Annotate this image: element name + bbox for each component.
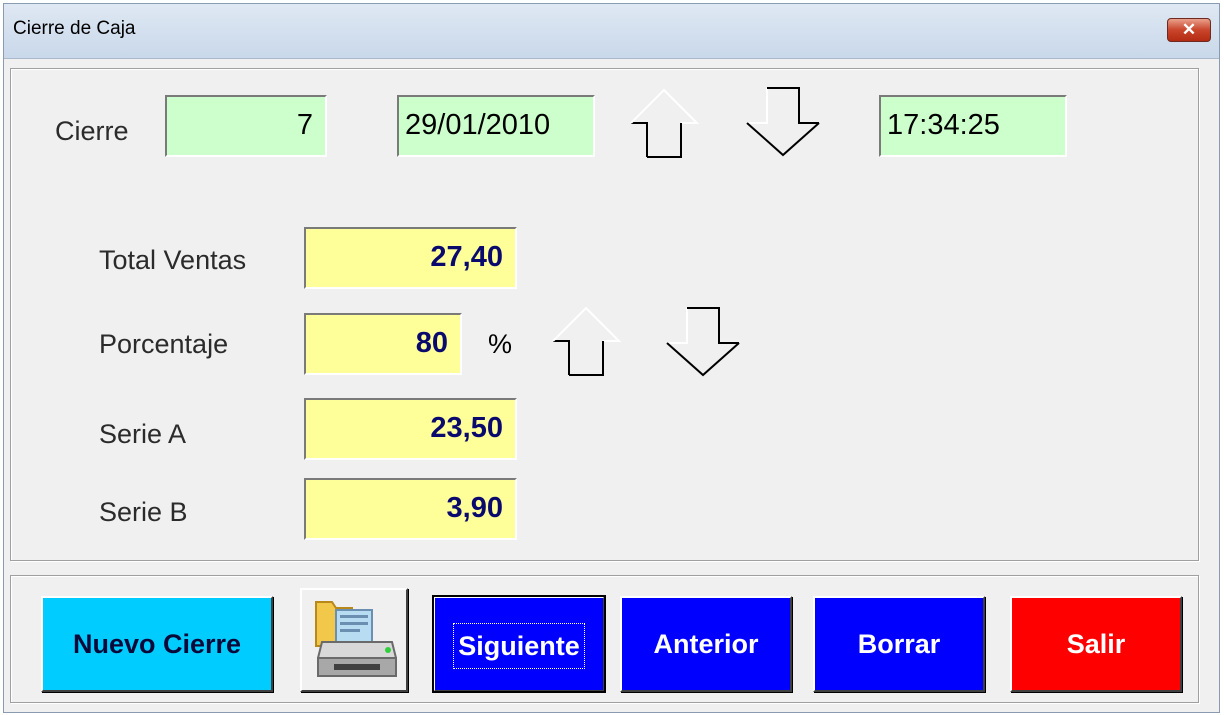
arrow-up-icon[interactable]	[629, 87, 699, 159]
main-panel: Cierre 7 29/01/2010 17:34:25 Total Venta…	[10, 68, 1199, 561]
nuevo-cierre-button[interactable]: Nuevo Cierre	[41, 596, 273, 692]
siguiente-button[interactable]: Siguiente	[432, 595, 606, 693]
siguiente-label: Siguiente	[453, 622, 585, 669]
time-field[interactable]: 17:34:25	[879, 95, 1067, 157]
printer-icon	[315, 601, 397, 677]
cierre-de-caja-window: Cierre de Caja ✕ Cierre 7 29/01/2010 17:…	[3, 3, 1220, 713]
total-ventas-label: Total Ventas	[99, 245, 247, 275]
window-title: Cierre de Caja	[13, 18, 136, 39]
nuevo-cierre-label: Nuevo Cierre	[72, 629, 242, 659]
porcentaje-field[interactable]: 80	[304, 313, 462, 375]
serie-b-field[interactable]: 3,90	[304, 478, 517, 540]
serie-a-label: Serie A	[99, 419, 187, 449]
anterior-button[interactable]: Anterior	[620, 596, 792, 692]
anterior-label: Anterior	[653, 629, 759, 659]
total-ventas-field[interactable]: 27,40	[304, 227, 517, 289]
percent-sign: %	[488, 329, 513, 359]
arrow-down-icon[interactable]	[664, 305, 742, 379]
close-icon: ✕	[1181, 20, 1197, 39]
arrow-up-icon[interactable]	[551, 305, 621, 377]
borrar-label: Borrar	[857, 629, 941, 659]
serie-b-label: Serie B	[99, 497, 188, 527]
porcentaje-label: Porcentaje	[99, 329, 229, 359]
salir-button[interactable]: Salir	[1010, 596, 1182, 692]
date-field[interactable]: 29/01/2010	[397, 95, 595, 157]
arrow-down-icon[interactable]	[744, 85, 822, 159]
salir-label: Salir	[1066, 629, 1126, 659]
borrar-button[interactable]: Borrar	[813, 596, 985, 692]
cierre-number-field[interactable]: 7	[165, 95, 327, 157]
button-panel: Nuevo Cierre Siguiente Anterior Borrar S…	[10, 575, 1199, 703]
close-button[interactable]: ✕	[1167, 18, 1211, 42]
cierre-label: Cierre	[55, 116, 129, 146]
print-button[interactable]	[300, 588, 408, 692]
title-bar: Cierre de Caja ✕	[4, 4, 1219, 59]
serie-a-field[interactable]: 23,50	[304, 398, 517, 460]
